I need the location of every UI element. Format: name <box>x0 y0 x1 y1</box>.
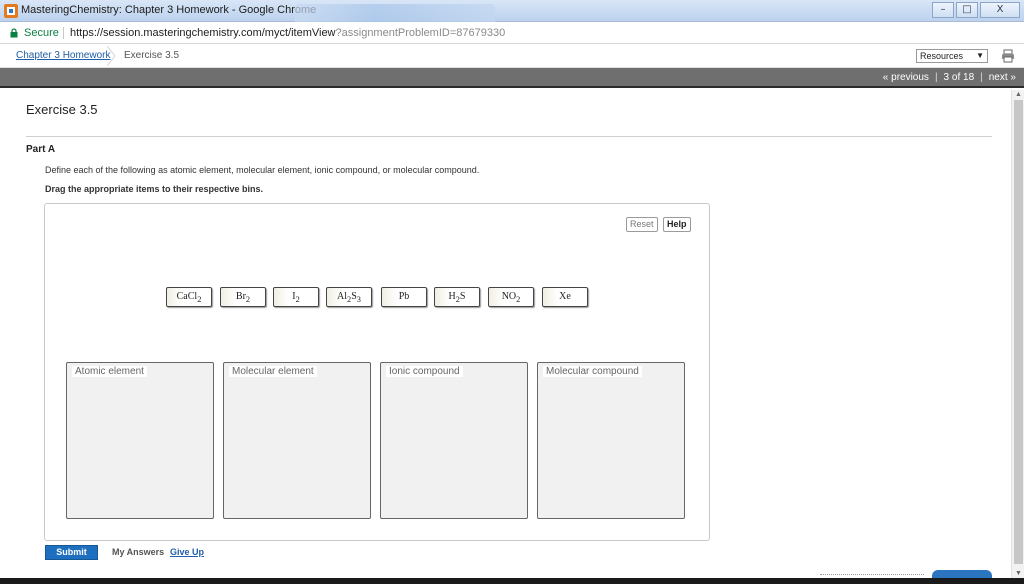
part-heading: Part A <box>26 144 56 155</box>
breadcrumb-current: Exercise 3.5 <box>124 50 180 61</box>
vertical-scrollbar[interactable]: ▲ ▼ <box>1011 90 1024 578</box>
scroll-up-icon[interactable]: ▲ <box>1015 91 1022 98</box>
bin-label: Molecular element <box>229 366 317 377</box>
problem-content: Exercise 3.5 Part A Define each of the f… <box>0 90 1010 578</box>
resources-label: Resources <box>920 51 964 61</box>
previous-link[interactable]: « previous <box>883 72 929 83</box>
problem-position: 3 of 18 <box>943 72 975 83</box>
draggable-item-pb[interactable]: Pb <box>381 287 427 307</box>
formula-part: Al <box>337 291 348 302</box>
formula-subscript: 2 <box>197 295 202 304</box>
formula-part: Br <box>235 291 246 302</box>
draggable-item-xe[interactable]: Xe <box>542 287 588 307</box>
draggable-item-cacl2[interactable]: CaCl2 <box>166 287 212 307</box>
print-icon[interactable] <box>1001 49 1015 63</box>
instruction-text: Drag the appropriate items to their resp… <box>45 184 264 194</box>
next-link[interactable]: next » <box>989 72 1016 83</box>
minimize-button[interactable]: – <box>932 2 954 18</box>
url-query: ?assignmentProblemID=87679330 <box>335 27 506 39</box>
formula-part: Pb <box>398 291 410 302</box>
bin-label: Atomic element <box>72 366 147 377</box>
my-answers-label: My Answers <box>112 547 165 557</box>
app-icon <box>4 4 18 18</box>
formula-part: NO <box>501 291 517 302</box>
draggable-item-no2[interactable]: NO2 <box>488 287 534 307</box>
window-titlebar: MasteringChemistry: Chapter 3 Homework -… <box>0 0 1024 22</box>
scroll-down-icon[interactable]: ▼ <box>1015 570 1022 577</box>
secure-label: Secure <box>24 27 59 39</box>
bin-molecular-element[interactable]: Molecular element <box>223 362 371 519</box>
lock-icon <box>10 28 18 38</box>
question-text: Define each of the following as atomic e… <box>45 165 480 175</box>
breadcrumb-homework-link[interactable]: Chapter 3 Homework <box>16 50 110 61</box>
bin-ionic-compound[interactable]: Ionic compound <box>380 362 528 519</box>
formula-part: Xe <box>559 291 571 302</box>
draggable-item-al2s3[interactable]: Al2S3 <box>326 287 372 307</box>
breadcrumb: Chapter 3 Homework Exercise 3.5 <box>0 44 1024 68</box>
drag-drop-area: Reset Help CaCl2 Br2 I2 Al2S3 Pb H2S NO2… <box>44 203 710 541</box>
draggable-item-h2s[interactable]: H2S <box>434 287 480 307</box>
nav-divider: | <box>980 72 983 83</box>
bin-atomic-element[interactable]: Atomic element <box>66 362 214 519</box>
url-base: https://session.masteringchemistry.com/m… <box>70 27 336 39</box>
address-bar[interactable]: Secure https://session.masteringchemistr… <box>0 22 1024 44</box>
nav-divider: | <box>934 72 938 83</box>
dropdown-arrow-icon: ▼ <box>976 51 984 60</box>
formula-part: H <box>448 291 456 302</box>
draggable-item-i2[interactable]: I2 <box>273 287 319 307</box>
window-bottom-edge <box>0 578 1024 584</box>
chevron-right-icon <box>106 46 116 66</box>
divider <box>26 136 992 137</box>
bin-label: Molecular compound <box>543 366 642 377</box>
scrollbar-thumb[interactable] <box>1014 100 1023 564</box>
resources-dropdown[interactable]: Resources ▼ <box>916 49 988 63</box>
maximize-button[interactable]: □ <box>956 2 978 18</box>
submit-button[interactable]: Submit <box>45 545 98 560</box>
problem-nav-bar: « previous | 3 of 18 | next » <box>0 68 1024 88</box>
bin-molecular-compound[interactable]: Molecular compound <box>537 362 685 519</box>
close-button[interactable]: X <box>980 2 1020 18</box>
help-button[interactable]: Help <box>663 217 691 232</box>
page-title: Exercise 3.5 <box>26 102 98 117</box>
reset-button[interactable]: Reset <box>626 217 658 232</box>
formula-subscript: 2 <box>516 295 521 304</box>
bin-label: Ionic compound <box>386 366 463 377</box>
formula-subscript: 3 <box>356 295 361 304</box>
window-title: MasteringChemistry: Chapter 3 Homework -… <box>21 4 317 16</box>
formula-subscript: 2 <box>295 295 300 304</box>
formula-part: S <box>459 291 466 302</box>
formula-part: CaCl <box>176 291 198 302</box>
give-up-link[interactable]: Give Up <box>170 547 204 557</box>
draggable-item-br2[interactable]: Br2 <box>220 287 266 307</box>
url-text[interactable]: https://session.masteringchemistry.com/m… <box>70 27 505 39</box>
continue-button[interactable] <box>932 570 992 578</box>
background-tab[interactable] <box>295 4 495 22</box>
address-separator <box>63 27 64 39</box>
formula-subscript: 2 <box>245 295 251 304</box>
